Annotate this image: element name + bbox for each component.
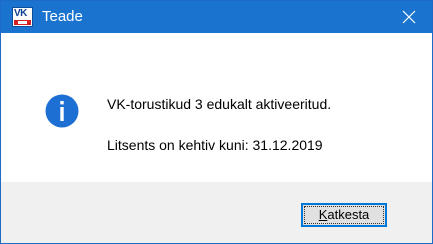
cancel-button-label-rest: atkesta	[327, 207, 370, 222]
title-bar[interactable]: VK Teade	[1, 1, 432, 33]
info-icon	[45, 94, 79, 128]
window-title: Teade	[42, 8, 83, 25]
close-icon	[402, 10, 416, 24]
vk-app-icon: VK	[12, 7, 33, 27]
cancel-button[interactable]: Katkesta	[301, 203, 387, 227]
message-dialog: VK Teade VK-torustikud 3 edukalt aktivee…	[0, 0, 433, 244]
dialog-content: VK-torustikud 3 edukalt aktiveeritud. Li…	[1, 33, 432, 182]
message-line-2: Litsents on kehtiv kuni: 31.12.2019	[107, 137, 323, 153]
dialog-footer: Katkesta	[1, 182, 432, 243]
close-button[interactable]	[386, 1, 432, 33]
message-line-1: VK-torustikud 3 edukalt aktiveeritud.	[107, 96, 332, 112]
cancel-button-label: Katkesta	[319, 207, 370, 222]
